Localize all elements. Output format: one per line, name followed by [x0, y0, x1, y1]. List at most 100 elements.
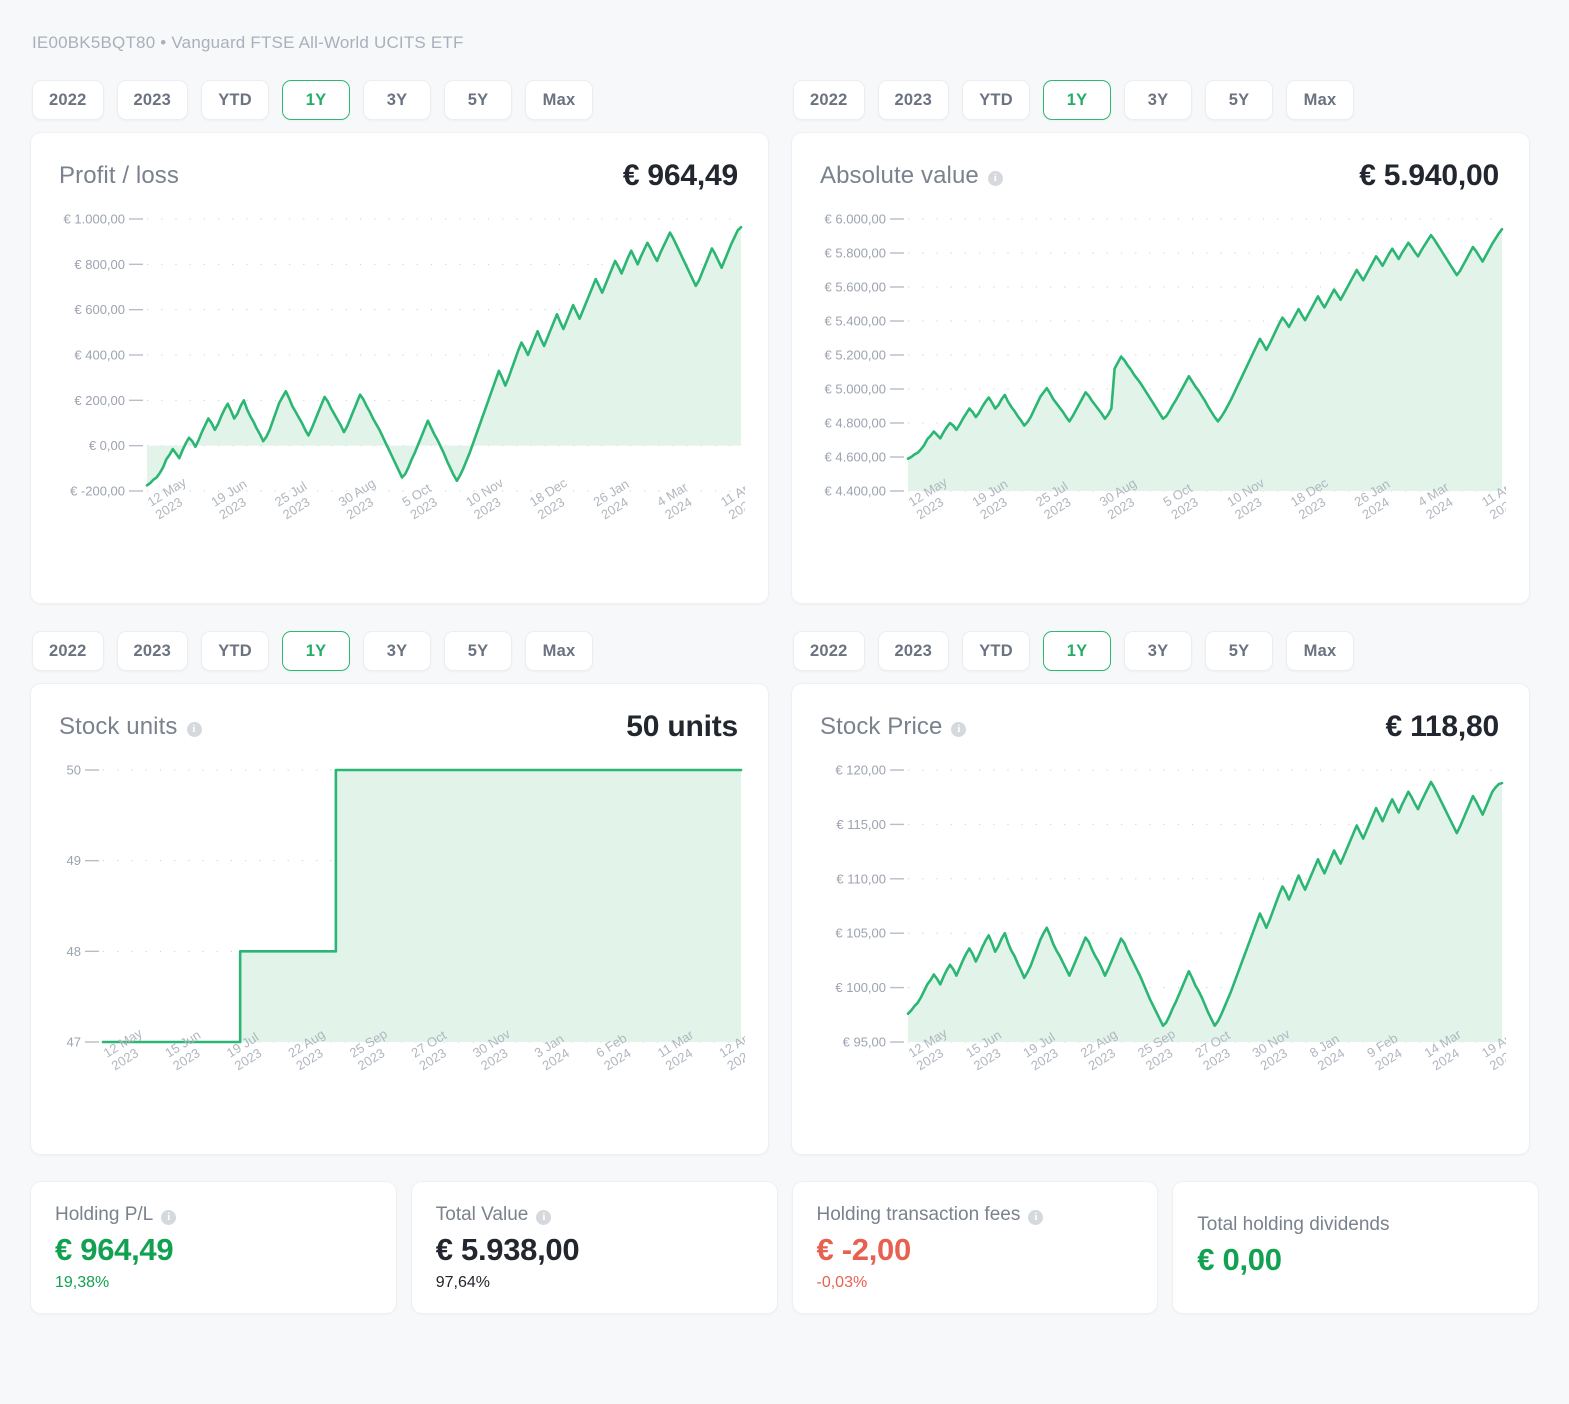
range-button-2022[interactable]: 2022 [793, 80, 865, 120]
range-button-5y[interactable]: 5Y [444, 631, 513, 671]
y-axis-tick-label: € 95,00 [843, 1035, 886, 1050]
range-button-2023[interactable]: 2023 [877, 631, 950, 671]
range-button-1y[interactable]: 1Y [1043, 80, 1112, 120]
y-axis-tick-label: € 110,00 [836, 871, 886, 886]
info-icon[interactable]: i [1028, 1209, 1044, 1225]
range-button-2023[interactable]: 2023 [877, 80, 950, 120]
card-title-stock-price: Stock Price i [820, 713, 967, 741]
y-axis-tick-label: € 5.200,00 [825, 348, 886, 363]
range-selector-stock-price: 2022 2023 YTD 1Y 3Y 5Y Max [791, 604, 1530, 683]
x-axis-tick-label: 4 Mar2024 [654, 479, 694, 522]
card-stock-units: Stock units i 50 units 50 49 48 47 12 May 202… [30, 683, 769, 1155]
x-axis-tick-label: 18 Dec2023 [527, 475, 570, 523]
summary-label: Total Value i [436, 1204, 753, 1226]
x-axis-tick-label: 25 Jul2023 [272, 478, 312, 522]
summary-label: Total holding dividends [1197, 1214, 1514, 1236]
y-axis-tick-label: € 0,00 [89, 438, 125, 453]
y-axis-tick-label: € 4.800,00 [825, 416, 886, 431]
card-value-absolute-value: € 5.940,00 [1359, 159, 1499, 192]
range-button-1y[interactable]: 1Y [282, 631, 351, 671]
card-value-profit-loss: € 964,49 [622, 159, 738, 192]
chart-area-fill [103, 770, 741, 1042]
range-selector-stock-units: 2022 2023 YTD 1Y 3Y 5Y Max [30, 604, 769, 683]
chart-stock-units: 50 49 48 47 12 May 2023 15 Jun 2023 19 Jul 2023 22… [55, 760, 745, 1130]
summary-value: € 964,49 [55, 1232, 174, 1267]
range-button-1y[interactable]: 1Y [1043, 631, 1112, 671]
summary-subvalue: 97,64% [435, 1274, 491, 1291]
summary-label-text: Total Value [435, 1204, 529, 1225]
x-axis-tick-label: 12 May2023 [101, 1025, 146, 1073]
range-selector-profit-loss: 2022 2023 YTD 1Y 3Y 5Y Max [30, 53, 769, 132]
range-button-2022[interactable]: 2022 [32, 80, 104, 120]
info-icon[interactable]: i [186, 721, 202, 737]
summary-strip: Holding P/L i € 964,49 19,38% Total Value i € … [30, 1181, 1539, 1314]
y-axis-tick-label: € 800,00 [74, 257, 125, 272]
range-button-1y[interactable]: 1Y [282, 80, 351, 120]
info-icon[interactable]: i [161, 1209, 177, 1225]
info-icon[interactable]: i [987, 170, 1003, 186]
ticker-name: Vanguard FTSE All-World UCITS ETF [171, 33, 464, 52]
summary-card: Holding transaction fees i € -2,00 -0,03% [791, 1181, 1159, 1314]
charts-grid-row-1: 2022 2023 YTD 1Y 3Y 5Y Max Profit / loss € 964… [30, 53, 1539, 604]
range-button-max[interactable]: Max [1286, 631, 1355, 671]
range-button-2023[interactable]: 2023 [116, 80, 189, 120]
summary-label-text: Holding transaction fees [816, 1204, 1021, 1225]
x-axis-tick-label: 30 Aug2023 [336, 475, 378, 522]
summary-subvalue: -0,03% [816, 1274, 868, 1291]
chart-area-fill [908, 229, 1502, 491]
chart-area-fill [147, 227, 741, 486]
chart-stock-price: € 120,00 € 115,00 € 110,00 € 105,00 € 100,00… [816, 760, 1506, 1130]
range-button-3y[interactable]: 3Y [1124, 80, 1193, 120]
y-axis-tick-label: € 115,00 [836, 817, 886, 832]
y-axis-tick-label: € 105,00 [835, 926, 886, 941]
y-axis-tick-label: € 6.000,00 [825, 212, 886, 227]
range-button-ytd[interactable]: YTD [201, 631, 270, 671]
range-button-ytd[interactable]: YTD [962, 80, 1031, 120]
card-title-stock-units: Stock units i [59, 713, 202, 741]
range-button-max[interactable]: Max [525, 80, 594, 120]
range-button-2022[interactable]: 2022 [32, 631, 104, 671]
chart-svg-absolute_value: € 6.000,00 € 5.800,00 € 5.600,00 € 5.400,00… [825, 212, 1506, 523]
y-axis-tick-label: € 5.000,00 [825, 382, 886, 397]
range-button-ytd[interactable]: YTD [201, 80, 270, 120]
info-icon[interactable]: i [951, 721, 967, 737]
card-profit-loss: Profit / loss € 964,49 € 1.000,00 € 800,0… [30, 132, 769, 604]
y-axis-tick-label: € 100,00 [835, 980, 886, 995]
summary-card: Total Value i € 5.938,00 97,64% [410, 1181, 778, 1314]
y-axis-tick-label: € 5.600,00 [825, 280, 886, 295]
x-axis-tick-label: 19 Jun2023 [208, 476, 249, 522]
x-axis-tick-label: 11 Apr2024 [718, 477, 745, 522]
range-button-3y[interactable]: 3Y [363, 631, 432, 671]
y-axis-tick-label: € 200,00 [74, 393, 125, 408]
card-value-stock-units: 50 units [626, 710, 738, 743]
range-button-max[interactable]: Max [1286, 80, 1355, 120]
card-title-absolute-value: Absolute value i [820, 162, 1003, 190]
card-title-text: Profit / loss [59, 162, 179, 189]
info-icon[interactable]: i [536, 1209, 552, 1225]
summary-value: € 5.938,00 [435, 1232, 580, 1267]
card-header-stock-units: Stock units i 50 units [55, 710, 744, 744]
summary-card: Holding P/L i € 964,49 19,38% [30, 1181, 397, 1314]
range-button-5y[interactable]: 5Y [1205, 80, 1274, 120]
y-axis-tick-label: 49 [67, 853, 81, 868]
range-button-5y[interactable]: 5Y [1205, 631, 1274, 671]
card-absolute-value: Absolute value i € 5.940,00 € 6.000,00 € … [791, 132, 1530, 604]
card-value-stock-price: € 118,80 [1385, 710, 1499, 743]
range-button-max[interactable]: Max [525, 631, 594, 671]
summary-label: Holding P/L i [55, 1204, 372, 1226]
range-button-5y[interactable]: 5Y [444, 80, 513, 120]
range-selector-absolute-value: 2022 2023 YTD 1Y 3Y 5Y Max [791, 53, 1530, 132]
range-button-2023[interactable]: 2023 [116, 631, 189, 671]
card-title-text: Absolute value [820, 162, 979, 189]
range-button-2022[interactable]: 2022 [793, 631, 865, 671]
y-axis-tick-label: € 5.400,00 [825, 314, 886, 329]
range-button-ytd[interactable]: YTD [962, 631, 1031, 671]
x-axis-tick-label: 26 Jan2024 [590, 476, 631, 522]
x-axis-tick-label: 5 Oct2023 [399, 480, 439, 522]
y-axis-tick-label: € 4.400,00 [825, 484, 886, 499]
ticker-isin: IE00BK5BQT80 [32, 33, 156, 52]
card-title-profit-loss: Profit / loss [59, 162, 179, 190]
y-axis-tick-label: 50 [67, 763, 81, 778]
range-button-3y[interactable]: 3Y [363, 80, 432, 120]
range-button-3y[interactable]: 3Y [1124, 631, 1193, 671]
